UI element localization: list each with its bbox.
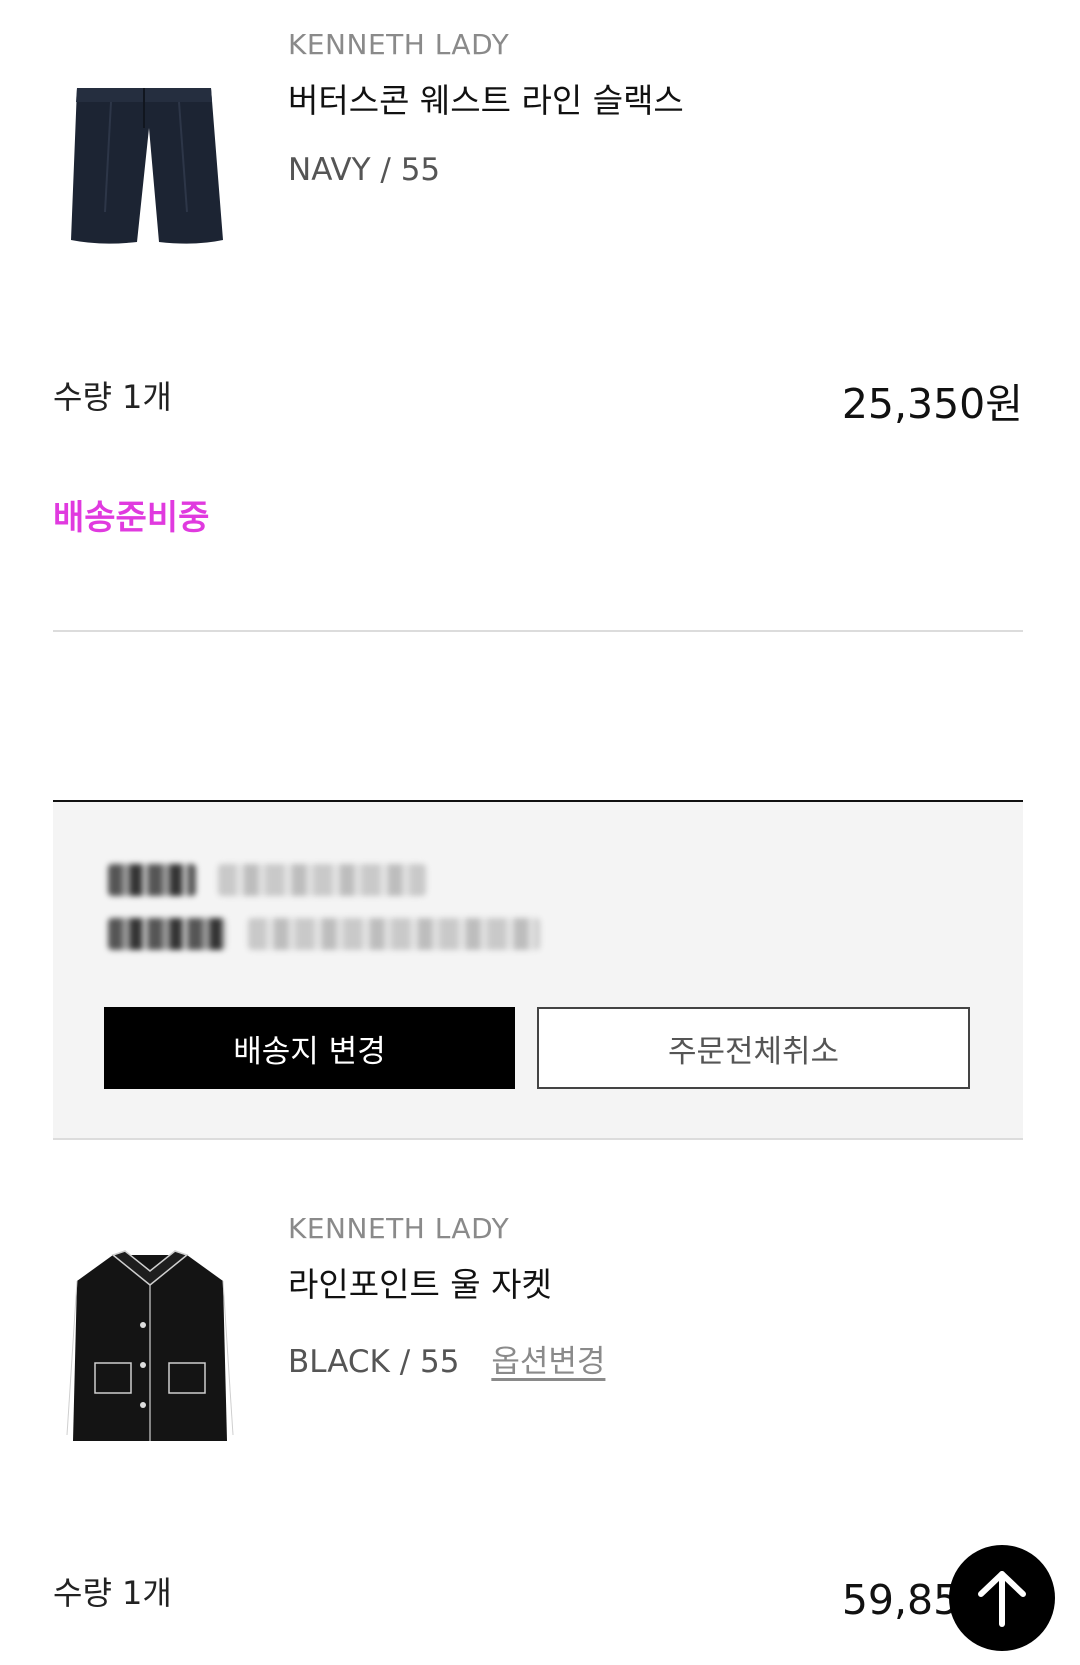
delivery-status: 배송준비중 xyxy=(53,498,210,538)
order-date-row xyxy=(108,864,426,896)
price-label: 25,350원 xyxy=(841,380,1023,428)
product-name[interactable]: 라인포인트 울 자켓 xyxy=(288,1258,552,1306)
product-name[interactable]: 버터스콘 웨스트 라인 슬랙스 xyxy=(288,74,684,122)
redacted-value xyxy=(248,918,540,950)
product-option: BLACK / 55 옵션변경 xyxy=(288,1336,605,1381)
arrow-up-icon xyxy=(978,1571,1026,1627)
item-divider xyxy=(53,630,1023,632)
product-option: NAVY / 55 xyxy=(288,152,440,188)
product-brand: KENNETH LADY xyxy=(288,28,510,61)
order-info-panel: 배송지 변경 주문전체취소 xyxy=(53,800,1023,1140)
cancel-all-orders-button[interactable]: 주문전체취소 xyxy=(537,1007,970,1089)
change-address-button[interactable]: 배송지 변경 xyxy=(104,1007,515,1089)
change-option-link[interactable]: 옵션변경 xyxy=(491,1344,605,1380)
redacted-label xyxy=(108,864,196,896)
product-brand: KENNETH LADY xyxy=(288,1212,510,1245)
product-image-jacket[interactable] xyxy=(55,1245,245,1455)
product-image-shorts[interactable] xyxy=(55,62,245,252)
quantity-label: 수량 1개 xyxy=(53,1574,172,1612)
redacted-value xyxy=(218,864,426,896)
redacted-label xyxy=(108,918,226,950)
option-value: NAVY / 55 xyxy=(288,152,441,188)
scroll-to-top-button[interactable] xyxy=(949,1545,1055,1651)
quantity-label: 수량 1개 xyxy=(53,378,172,416)
order-number-row xyxy=(108,918,540,950)
option-value: BLACK / 55 xyxy=(288,1344,460,1380)
